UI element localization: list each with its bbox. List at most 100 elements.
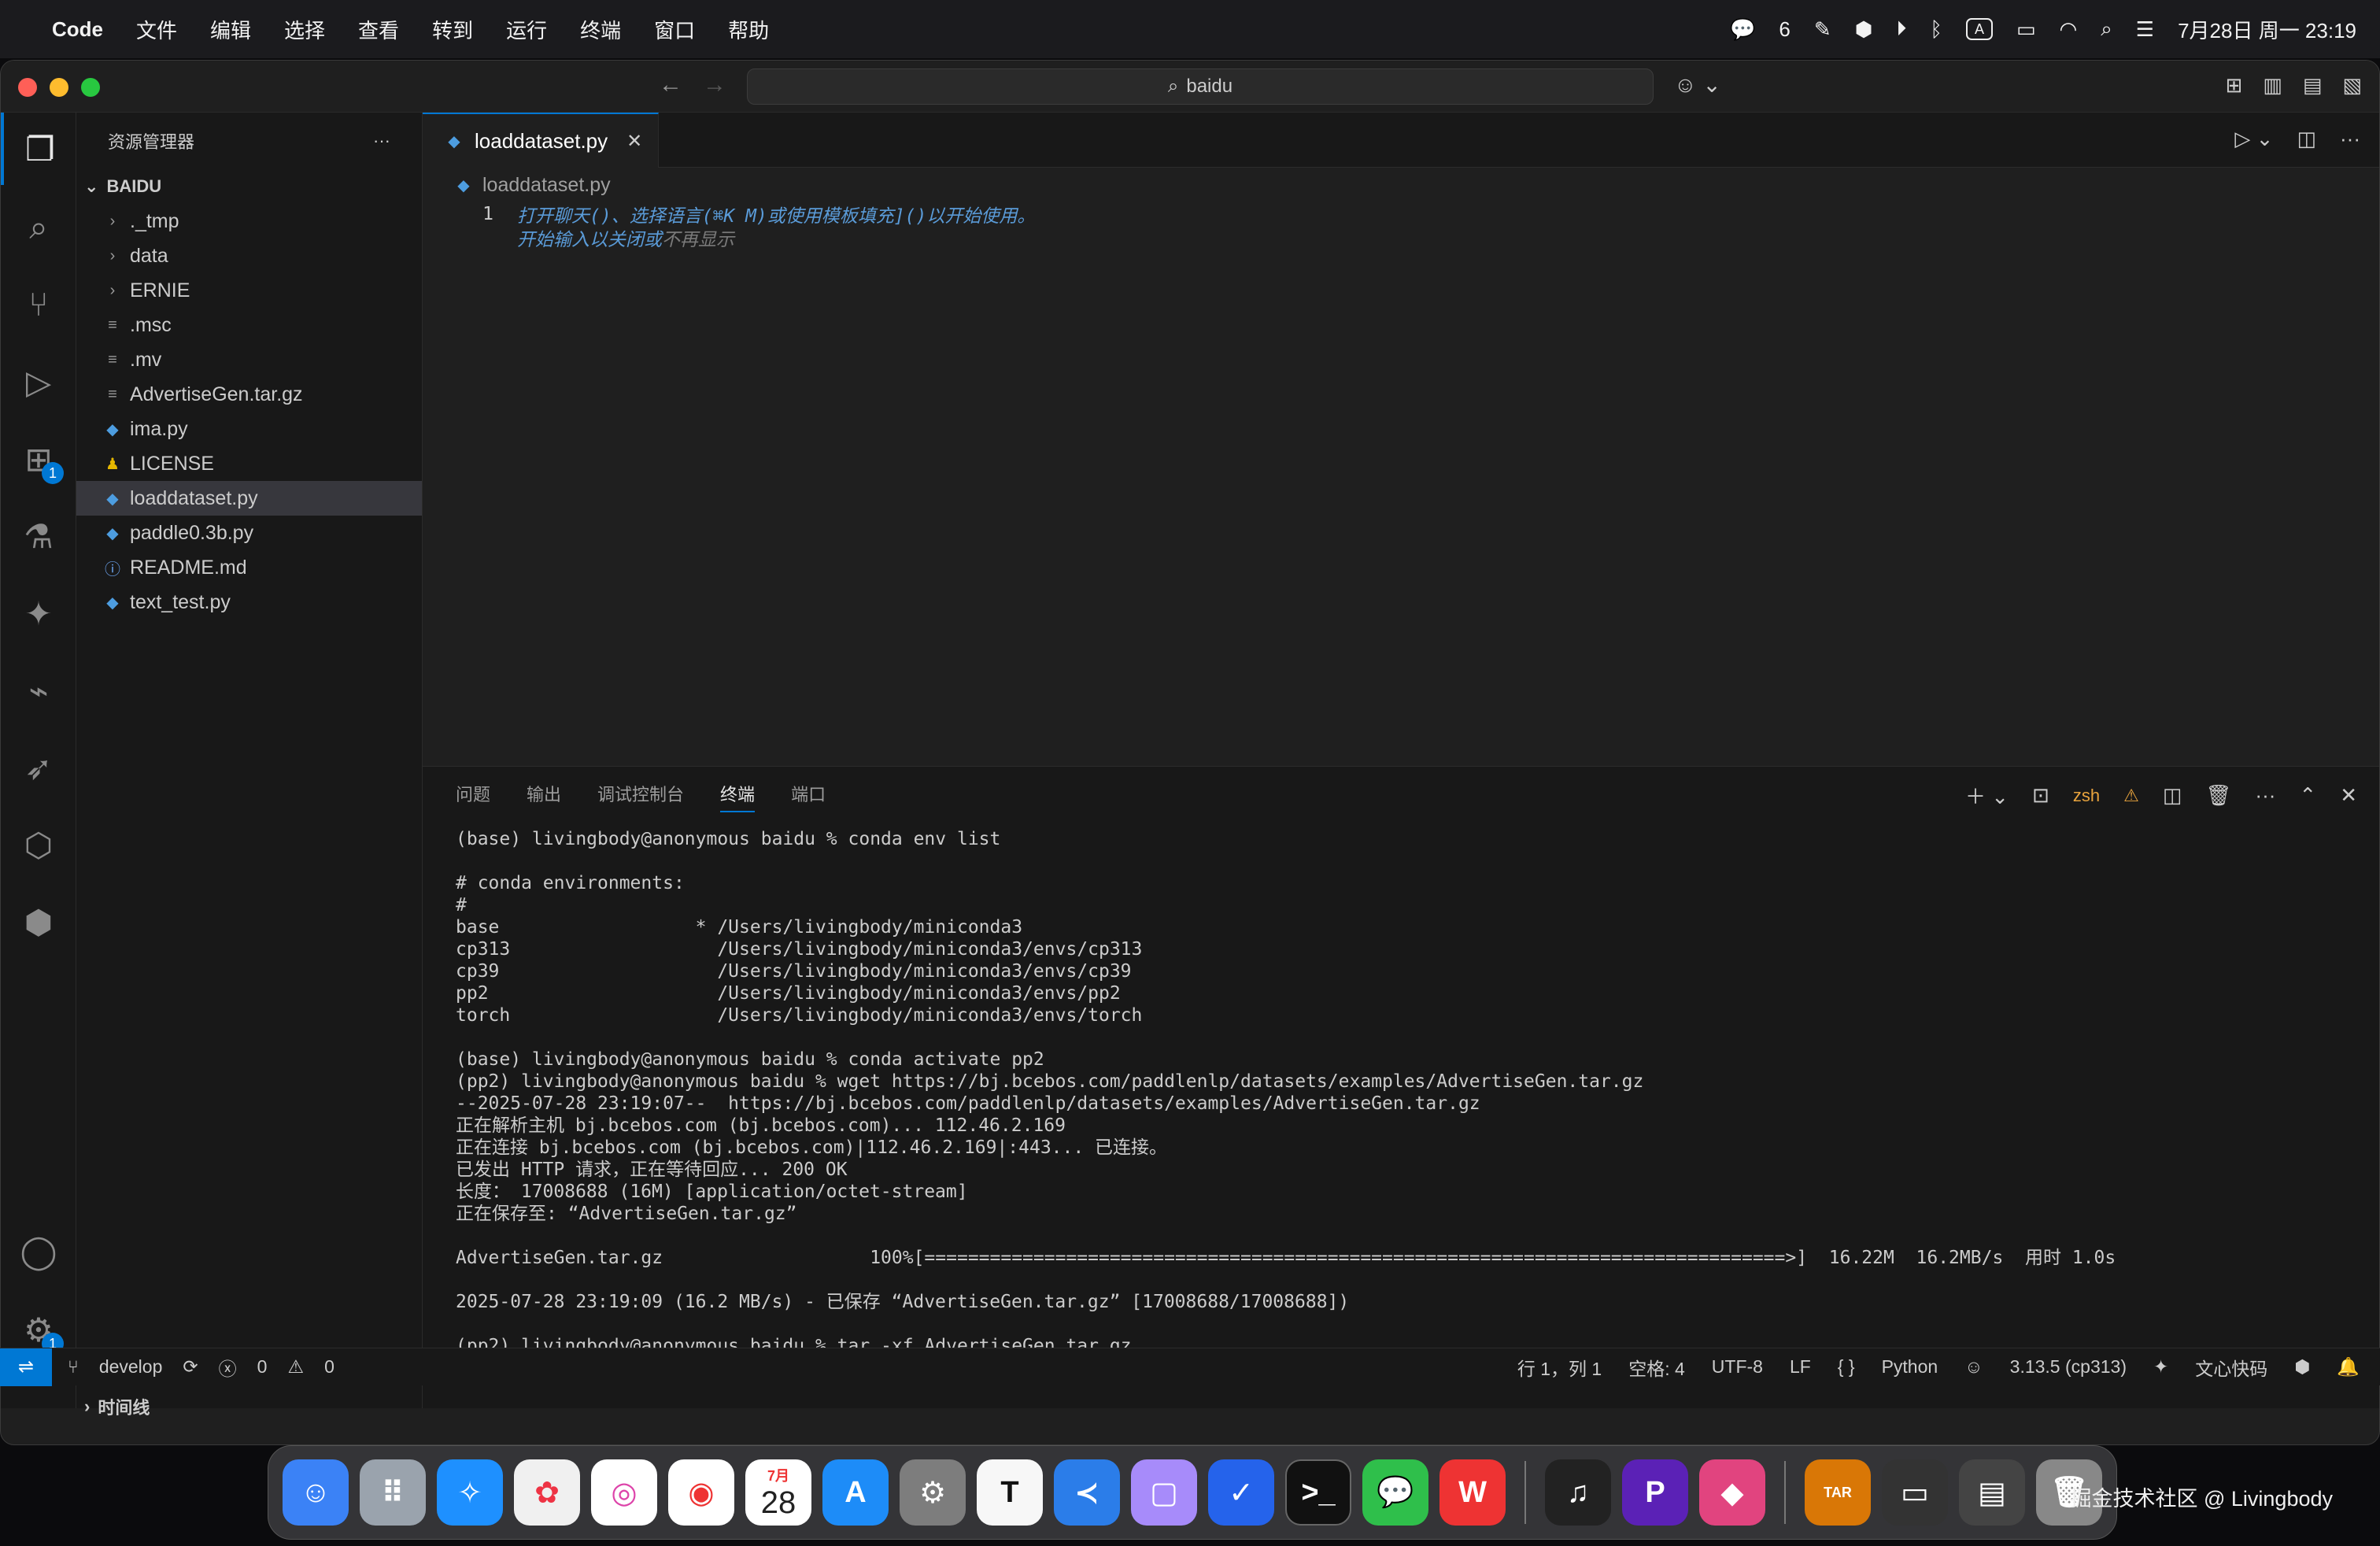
source-control-icon[interactable]: ⑂ (1, 268, 76, 341)
control-center-icon[interactable]: ☰ (2136, 17, 2154, 42)
comate-logo-icon[interactable]: ⬢ (2294, 1356, 2310, 1378)
menu-file[interactable]: 文件 (136, 15, 177, 44)
comate-status[interactable]: 文心快码 (2195, 1354, 2267, 1381)
split-terminal-icon[interactable]: ◫ (2163, 783, 2182, 808)
paddle-status-icon[interactable]: ✦ (2153, 1356, 2168, 1378)
simulator-icon[interactable]: ▢ (1131, 1459, 1197, 1526)
terminal-icon[interactable]: >_ (1285, 1459, 1351, 1526)
file-encoding[interactable]: UTF-8 (1712, 1356, 1763, 1378)
tree-item-license[interactable]: ♟ LICENSE (76, 446, 422, 481)
tree-item-ernie[interactable]: › ERNIE (76, 273, 422, 308)
tree-item-mv[interactable]: ≡ .mv (76, 342, 422, 377)
git-branch[interactable]: develop (99, 1356, 163, 1378)
kangaroo-icon[interactable]: ⌁ (1, 654, 76, 727)
calendar-icon[interactable]: 7月 28 (745, 1459, 811, 1526)
tree-item-advertisegen-tar-gz[interactable]: ≡ AdvertiseGen.tar.gz (76, 377, 422, 412)
warning-icon[interactable]: ⚠ (2123, 786, 2139, 806)
dont-show-again-link[interactable]: 不再显示 (662, 230, 734, 250)
back-arrow-icon[interactable]: ← (659, 72, 682, 98)
battery-icon[interactable]: ▭ (2016, 17, 2036, 42)
terminal-window-thumbnail[interactable]: ▭ (1882, 1459, 1948, 1526)
siri-icon[interactable]: ◎ (591, 1459, 657, 1526)
terminal-shell-name[interactable]: zsh (2073, 786, 2100, 806)
app-menu[interactable]: Code (52, 17, 103, 42)
terminal-output[interactable]: (base) livingbody@anonymous baidu % cond… (423, 820, 2379, 1379)
tab-problems[interactable]: 问题 (456, 781, 490, 806)
close-window-button[interactable] (18, 78, 37, 97)
comate-icon[interactable]: ⬢ (1, 886, 76, 958)
explorer-icon[interactable]: ❐ (1, 113, 76, 185)
run-python-file-icon[interactable]: ▷ ⌄ (2234, 127, 2273, 151)
timeline-section[interactable]: › 时间线 (76, 1389, 422, 1424)
warning-count[interactable]: 0 (324, 1356, 334, 1378)
input-method-indicator[interactable]: A (1965, 18, 1993, 40)
extensions-icon[interactable]: ⊞ 1 (1, 423, 76, 495)
finder-icon[interactable]: ☺ (283, 1459, 349, 1526)
spotlight-search-icon[interactable]: ⌕ (2101, 17, 2112, 42)
dismiss-hint-link[interactable]: 开始输入以关闭或 (517, 230, 662, 250)
tab-debug-console[interactable]: 调试控制台 (597, 781, 684, 806)
menu-go[interactable]: 转到 (432, 15, 473, 44)
tree-item-ima-py[interactable]: ◆ ima.py (76, 412, 422, 446)
menu-view[interactable]: 查看 (358, 15, 399, 44)
launchpad-icon[interactable]: ⠿ (360, 1459, 426, 1526)
kill-terminal-icon[interactable]: 🗑 (2205, 783, 2231, 808)
end-of-line[interactable]: LF (1790, 1356, 1811, 1378)
hexagon-icon[interactable]: ⬡ (1, 808, 76, 881)
photos-icon[interactable]: ✿ (514, 1459, 580, 1526)
terminal-shell-icon[interactable]: ⊡ (2032, 783, 2049, 808)
tree-item-loaddataset-py[interactable]: ◆ loaddataset.py (76, 481, 422, 516)
app-store-icon[interactable]: A (822, 1459, 889, 1526)
panel-more-icon[interactable]: ··· (2255, 783, 2275, 808)
new-terminal-icon[interactable]: ＋ ⌄ (1965, 781, 2009, 810)
cursor-position[interactable]: 行 1，列 1 (1517, 1354, 1602, 1381)
indentation[interactable]: 空格: 4 (1628, 1354, 1685, 1381)
search-icon[interactable]: ⌕ (1, 191, 76, 264)
sync-icon[interactable]: ⟳ (183, 1356, 198, 1378)
piano-icon[interactable]: ♫ (1545, 1459, 1611, 1526)
rocket-icon[interactable]: ➶ (1, 731, 76, 804)
tree-item-paddle0-3b-py[interactable]: ◆ paddle0.3b.py (76, 516, 422, 550)
toggle-primary-sidebar-icon[interactable]: ▥ (2263, 73, 2282, 98)
tree-item-msc[interactable]: ≡ .msc (76, 308, 422, 342)
tree-item-tmp[interactable]: › ._tmp (76, 204, 422, 239)
vscode-icon[interactable]: ≺ (1054, 1459, 1120, 1526)
empty-editor-hint[interactable]: 打开聊天()、选择语言(⌘K M)或使用模板填充]()以开始使用。 (517, 201, 1035, 227)
copilot-status-icon[interactable]: ☺ (1964, 1356, 1983, 1378)
menu-terminal[interactable]: 终端 (580, 15, 621, 44)
menu-help[interactable]: 帮助 (728, 15, 769, 44)
typora-icon[interactable]: T (977, 1459, 1043, 1526)
play-circle-icon[interactable]: ⏵ (1896, 17, 1906, 42)
jetbrains-icon[interactable]: ◆ (1699, 1459, 1765, 1526)
menu-run[interactable]: 运行 (506, 15, 547, 44)
wifi-icon[interactable]: ◠ (2060, 17, 2078, 42)
safari-icon[interactable]: ✧ (437, 1459, 503, 1526)
customize-layout-icon[interactable]: ⊞ (2225, 73, 2242, 98)
editor-more-icon[interactable]: ··· (2340, 127, 2360, 151)
forward-arrow-icon[interactable]: → (703, 72, 726, 98)
error-count[interactable]: 0 (257, 1356, 268, 1378)
tab-terminal[interactable]: 终端 (720, 781, 756, 812)
command-center-search[interactable]: ⌕ baidu (747, 68, 1654, 105)
wechat-dock-icon[interactable]: 💬 (1362, 1459, 1428, 1526)
explorer-more-button[interactable]: ··· (373, 131, 390, 151)
copilot-icon[interactable]: ☺ ⌄ (1674, 72, 1721, 98)
window-thumbnail[interactable]: ▤ (1959, 1459, 2025, 1526)
run-debug-icon[interactable]: ▷ (1, 346, 76, 418)
split-editor-icon[interactable]: ◫ (2297, 127, 2316, 151)
testing-icon[interactable]: ⚗ (1, 500, 76, 572)
system-settings-icon[interactable]: ⚙ (900, 1459, 966, 1526)
toggle-panel-icon[interactable]: ▤ (2303, 73, 2323, 98)
remote-indicator-icon[interactable]: ⇌ (0, 1348, 52, 1386)
tree-item-data[interactable]: › data (76, 239, 422, 273)
python-interpreter[interactable]: 3.13.5 (cp313) (2010, 1356, 2127, 1378)
breadcrumb-file[interactable]: loaddataset.py (482, 174, 611, 197)
tree-item-text-test-py[interactable]: ◆ text_test.py (76, 585, 422, 620)
bluetooth-icon[interactable]: ᛒ (1930, 17, 1942, 42)
notifications-bell-icon[interactable]: 🔔 (2337, 1356, 2360, 1378)
menu-selection[interactable]: 选择 (284, 15, 325, 44)
account-icon[interactable]: ◯ (1, 1215, 76, 1287)
tab-output[interactable]: 输出 (527, 781, 561, 806)
minimize-window-button[interactable] (50, 78, 68, 97)
menu-edit[interactable]: 编辑 (210, 15, 251, 44)
